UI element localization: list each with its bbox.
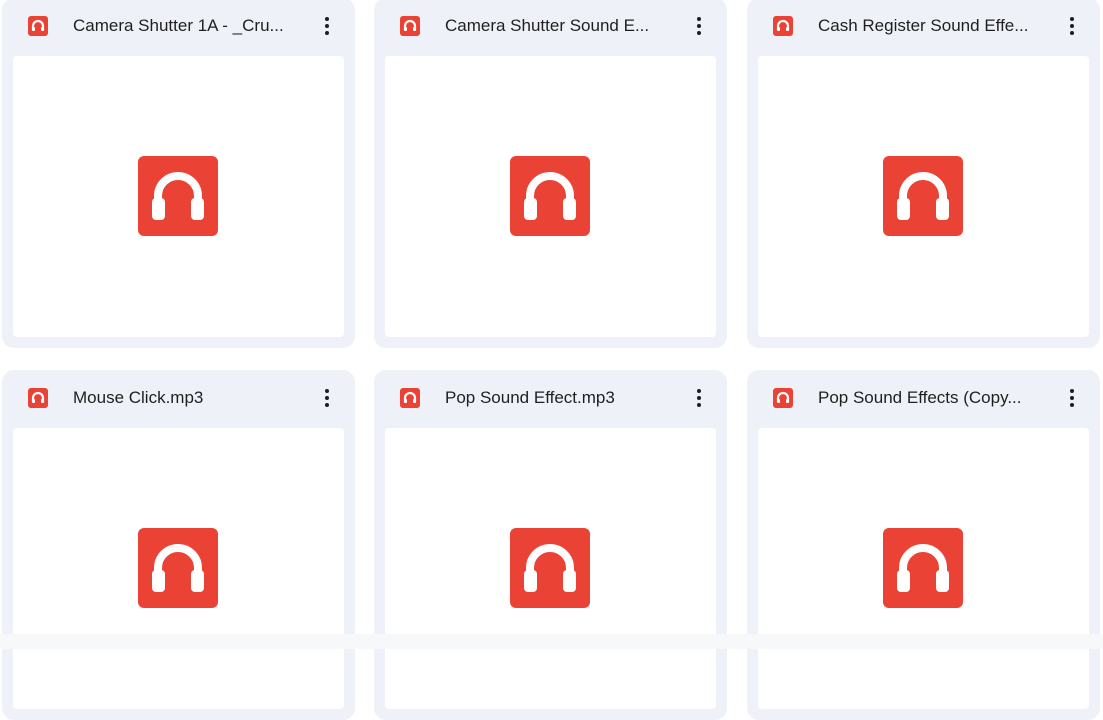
- file-preview[interactable]: [13, 428, 344, 709]
- file-name[interactable]: Pop Sound Effect.mp3: [445, 387, 673, 409]
- headphones-icon: [400, 16, 420, 36]
- file-card-header: Mouse Click.mp3: [2, 370, 355, 428]
- file-card[interactable]: Camera Shutter Sound E...: [374, 0, 727, 348]
- file-card-header: Cash Register Sound Effe...: [747, 0, 1100, 56]
- headphones-icon: [28, 16, 48, 36]
- file-name[interactable]: Cash Register Sound Effe...: [818, 15, 1046, 37]
- file-preview[interactable]: [758, 56, 1089, 337]
- file-grid: Camera Shutter 1A - _Cru... Camera Shutt…: [0, 0, 1103, 720]
- file-card[interactable]: Cash Register Sound Effe...: [747, 0, 1100, 348]
- headphones-icon: [773, 388, 793, 408]
- headphones-icon: [28, 388, 48, 408]
- file-card-header: Camera Shutter 1A - _Cru...: [2, 0, 355, 56]
- headphones-icon: [400, 388, 420, 408]
- more-vert-icon: [1070, 389, 1074, 407]
- more-options-button[interactable]: [684, 383, 714, 413]
- headphones-icon: [883, 528, 963, 608]
- file-name[interactable]: Mouse Click.mp3: [73, 387, 301, 409]
- more-options-button[interactable]: [312, 11, 342, 41]
- headphones-icon: [510, 528, 590, 608]
- file-card[interactable]: Pop Sound Effects (Copy...: [747, 370, 1100, 720]
- bottom-edge: [0, 634, 1103, 649]
- headphones-icon: [138, 528, 218, 608]
- more-options-button[interactable]: [1057, 11, 1087, 41]
- headphones-icon: [773, 16, 793, 36]
- file-preview[interactable]: [385, 428, 716, 709]
- more-options-button[interactable]: [684, 11, 714, 41]
- more-vert-icon: [1070, 17, 1074, 35]
- file-card-header: Pop Sound Effects (Copy...: [747, 370, 1100, 428]
- file-preview[interactable]: [758, 428, 1089, 709]
- headphones-icon: [138, 156, 218, 236]
- more-vert-icon: [697, 389, 701, 407]
- headphones-icon: [510, 156, 590, 236]
- file-card-header: Camera Shutter Sound E...: [374, 0, 727, 56]
- more-vert-icon: [325, 389, 329, 407]
- more-options-button[interactable]: [1057, 383, 1087, 413]
- file-name[interactable]: Camera Shutter 1A - _Cru...: [73, 15, 301, 37]
- headphones-icon: [883, 156, 963, 236]
- more-options-button[interactable]: [312, 383, 342, 413]
- more-vert-icon: [325, 17, 329, 35]
- file-card[interactable]: Camera Shutter 1A - _Cru...: [2, 0, 355, 348]
- file-preview[interactable]: [385, 56, 716, 337]
- file-name[interactable]: Pop Sound Effects (Copy...: [818, 387, 1046, 409]
- file-card-header: Pop Sound Effect.mp3: [374, 370, 727, 428]
- file-preview[interactable]: [13, 56, 344, 337]
- file-card[interactable]: Pop Sound Effect.mp3: [374, 370, 727, 720]
- file-name[interactable]: Camera Shutter Sound E...: [445, 15, 673, 37]
- file-card[interactable]: Mouse Click.mp3: [2, 370, 355, 720]
- more-vert-icon: [697, 17, 701, 35]
